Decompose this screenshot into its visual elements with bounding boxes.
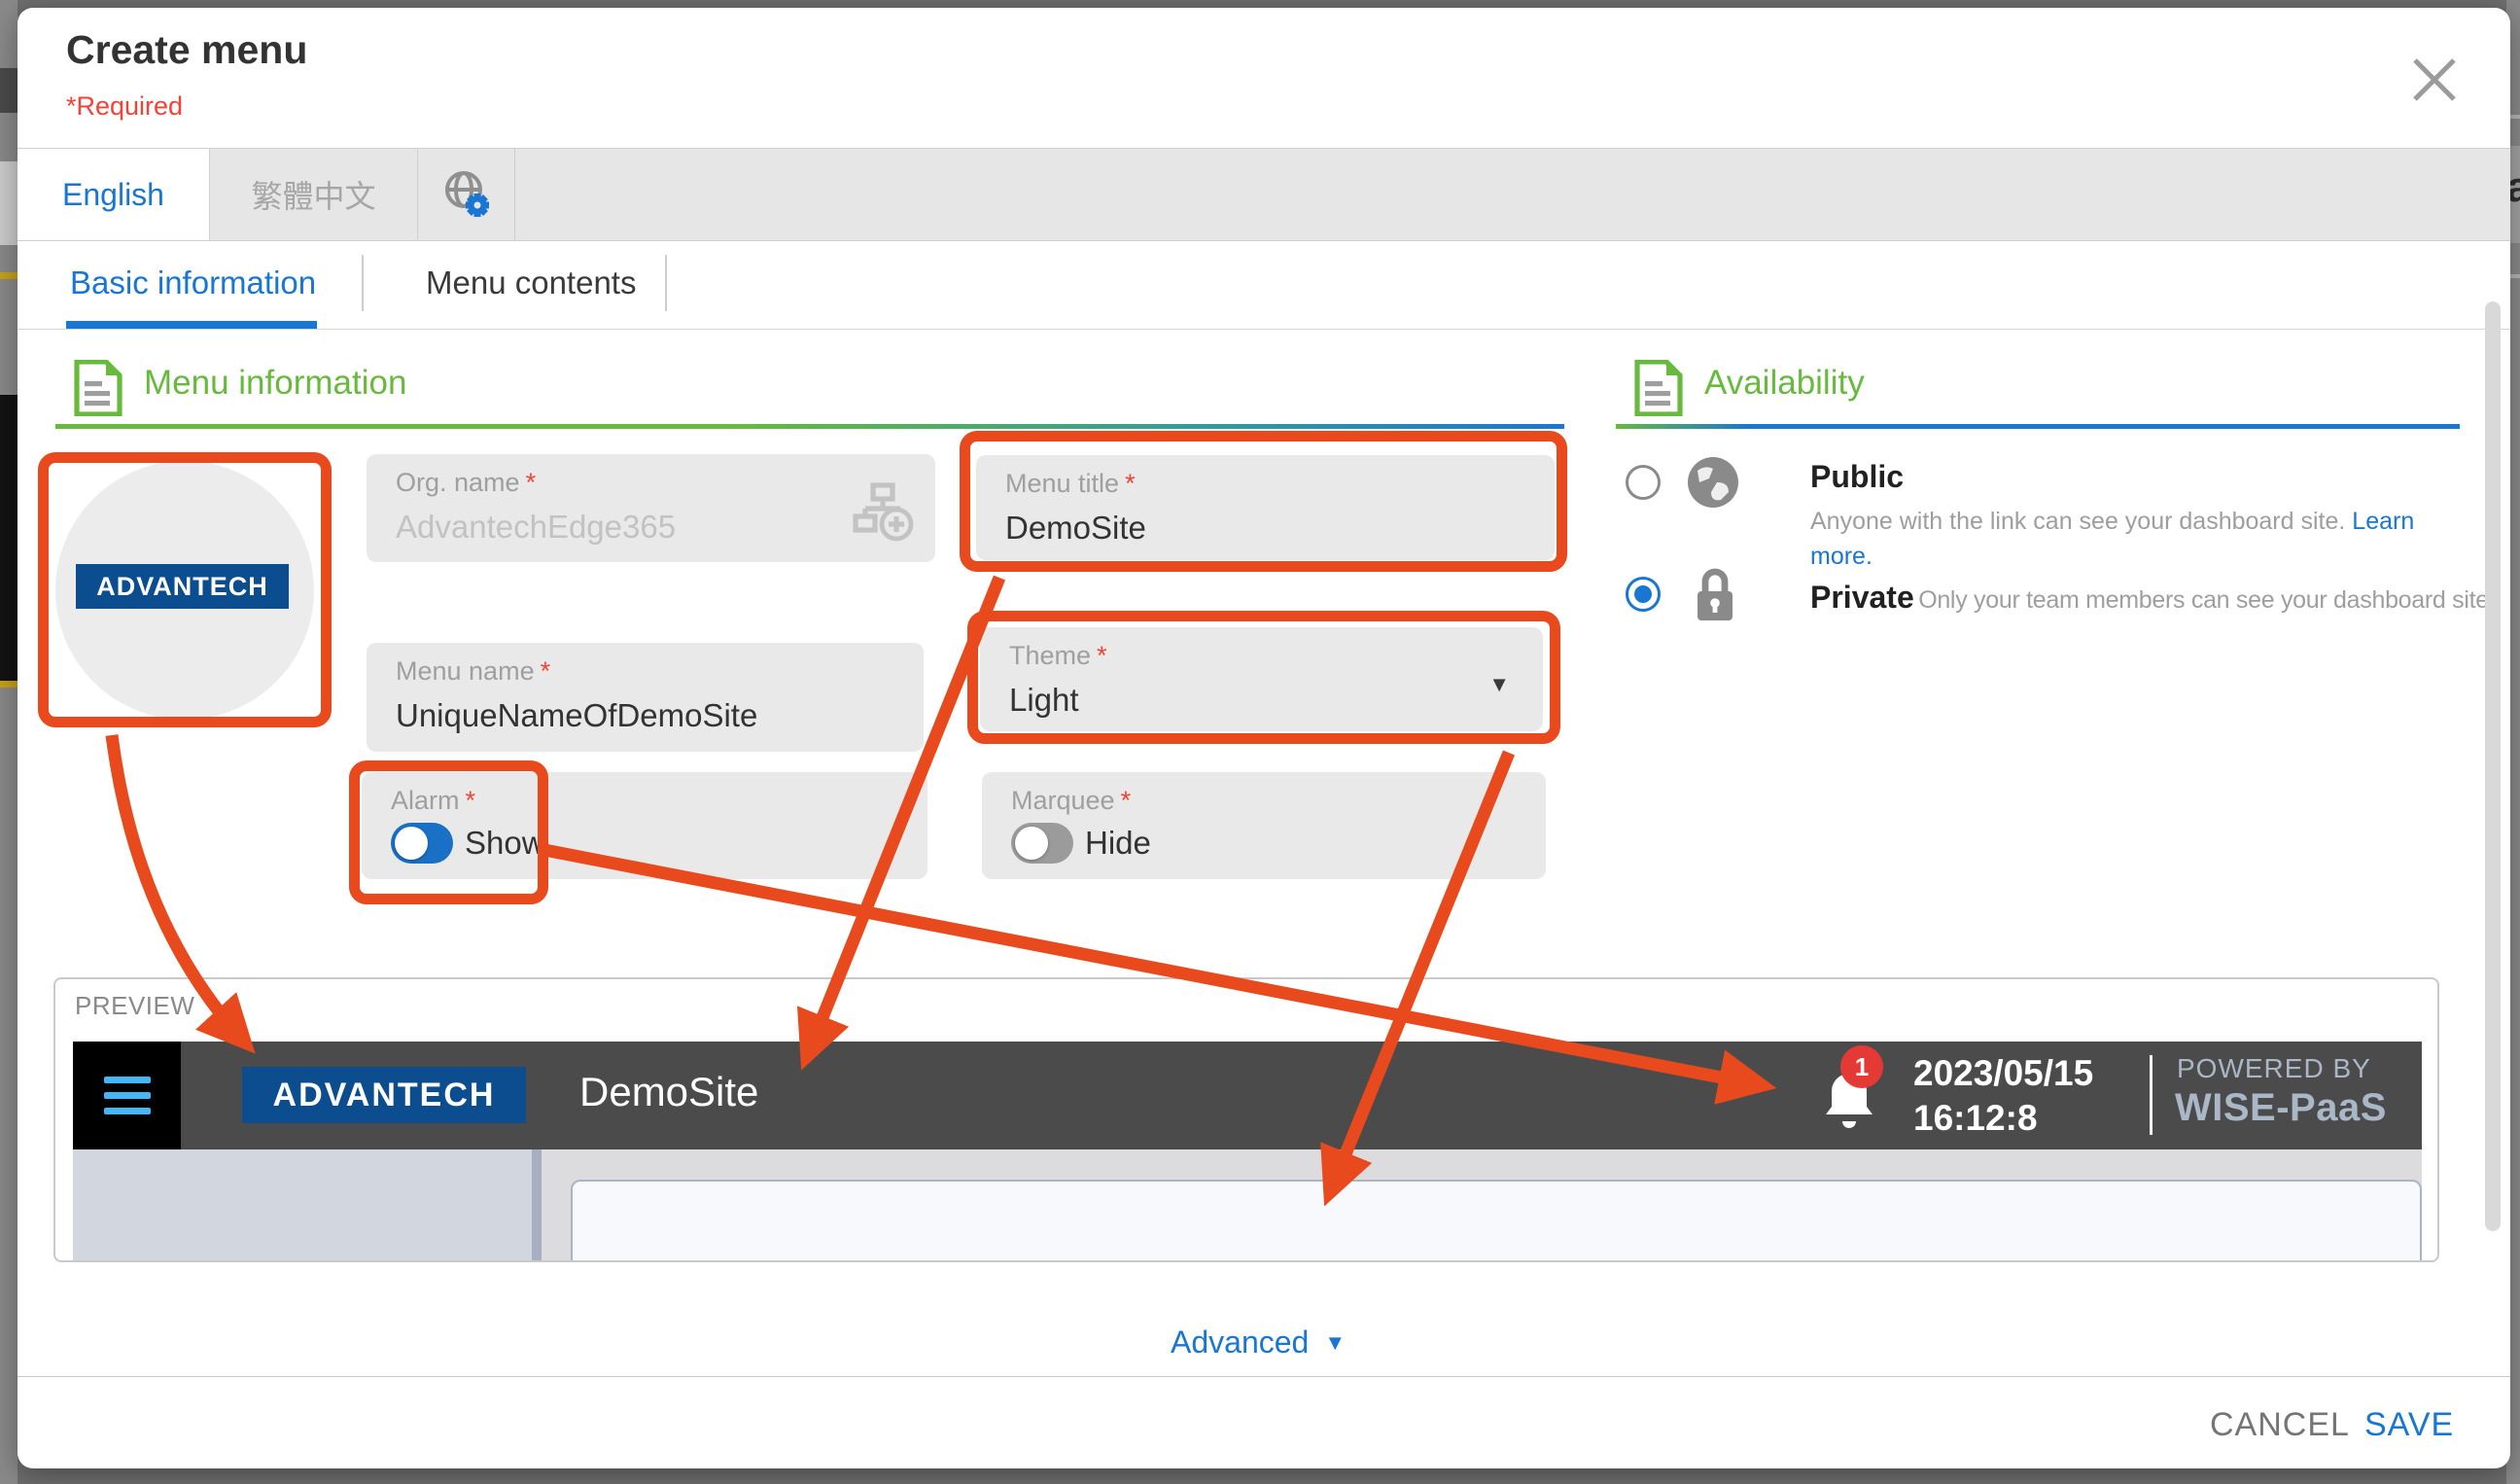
preview-sidebar [73,1149,532,1260]
private-row: Private Only your team members can see y… [1810,580,2496,616]
marquee-label: Marquee* [1011,786,1131,816]
menu-title-value: DemoSite [1005,510,1146,547]
dialog-title: Create menu [66,27,307,73]
advantech-logo: ADVANTECH [76,564,289,609]
create-menu-dialog: Create menu *Required English 繁體中文 [18,8,2510,1468]
section-divider [55,424,1564,429]
footer-divider [18,1376,2510,1377]
tab-traditional-chinese[interactable]: 繁體中文 [210,149,418,240]
document-icon [73,360,123,416]
menu-title-label: Menu title* [1005,469,1136,499]
preview-label: PREVIEW [75,991,194,1021]
marquee-state: Hide [1085,825,1151,862]
preview-advantech-logo: ADVANTECH [242,1067,526,1123]
preview-topbar: ADVANTECH DemoSite 1 2023/05/15 16:12:8 … [73,1042,2422,1149]
theme-select[interactable]: Theme* Light ▼ [980,627,1543,731]
document-icon [1633,360,1684,416]
alarm-field: Alarm* Show [362,772,928,879]
org-name-label: Org. name* [396,468,536,498]
private-radio[interactable] [1626,577,1661,612]
background-left-strip [0,0,18,1484]
preview-datetime: 2023/05/15 16:12:8 [1913,1051,2093,1142]
lock-icon [1692,566,1738,626]
marquee-toggle[interactable] [1011,823,1073,864]
preview-content-panel [571,1180,2422,1262]
preview-site-title: DemoSite [579,1069,758,1115]
marquee-field: Marquee* Hide [982,772,1546,879]
availability-title: Availability [1704,364,1865,403]
scrollbar-thumb[interactable] [2485,301,2501,1231]
active-tab-underline [66,321,317,329]
menu-name-field[interactable]: Menu name* UniqueNameOfDemoSite [367,643,924,752]
alarm-state: Show [465,825,545,862]
menu-information-title: Menu information [144,364,406,403]
alarm-label: Alarm* [391,786,475,816]
private-description: Only your team members can see your dash… [1918,586,2495,614]
cancel-button[interactable]: CANCEL [2210,1406,2350,1444]
private-label: Private [1810,580,1914,615]
notification-badge: 1 [1840,1045,1883,1088]
org-name-field: Org. name* AdvantechEdge365 [367,454,935,562]
save-button[interactable]: SAVE [2364,1406,2454,1444]
toggle-knob [1015,827,1048,860]
globe-settings-icon [438,166,495,223]
close-icon [2407,53,2462,107]
toggle-knob [395,827,428,860]
alarm-toggle[interactable] [391,823,453,864]
screen: a Create menu *Required English 繁體中文 [0,0,2520,1484]
dropdown-caret-icon: ▼ [1488,672,1510,697]
powered-by-text: POWERED BY [2177,1053,2371,1084]
public-label: Public [1810,459,1904,495]
public-description: Anyone with the link can see your dashbo… [1810,504,2423,575]
menu-logo-avatar[interactable]: ADVANTECH [55,461,314,720]
section-tab-bar: Basic information Menu contents [18,241,2510,330]
gear-icon [466,194,489,217]
theme-label: Theme* [1009,641,1107,671]
radio-dot [1634,585,1652,603]
org-name-value: AdvantechEdge365 [396,509,676,546]
preview-divider [2150,1055,2152,1135]
menu-title-field[interactable]: Menu title* DemoSite [976,455,1555,560]
section-divider [1616,424,2460,429]
wise-paas-brand: WISE-PaaS [2175,1086,2387,1130]
preview-card: PREVIEW ADVANTECH DemoSite 1 2023/05/15 … [53,977,2439,1262]
hamburger-icon [104,1077,151,1083]
close-button[interactable] [2407,53,2462,107]
tab-separator [362,255,364,311]
advanced-caret-icon: ▼ [1324,1330,1346,1356]
tab-separator [665,255,667,311]
language-tab-bar: English 繁體中文 [18,148,2510,241]
tab-english[interactable]: English [18,149,210,240]
menu-name-label: Menu name* [396,656,550,687]
preview-sidebar-divider [532,1149,542,1260]
org-chart-add-icon [852,479,914,542]
preview-time: 16:12:8 [1913,1096,2093,1141]
preview-menu-button [73,1042,181,1149]
advanced-toggle[interactable]: Advanced ▼ [1171,1325,1346,1360]
required-note: *Required [66,91,183,122]
tab-menu-contents[interactable]: Menu contents [426,265,636,301]
menu-name-value: UniqueNameOfDemoSite [396,697,757,734]
public-radio[interactable] [1626,465,1661,500]
theme-value: Light [1009,682,1079,719]
globe-icon [1686,455,1740,510]
preview-date: 2023/05/15 [1913,1051,2093,1096]
tab-language-settings[interactable] [418,149,515,240]
tab-basic-information[interactable]: Basic information [70,265,316,301]
